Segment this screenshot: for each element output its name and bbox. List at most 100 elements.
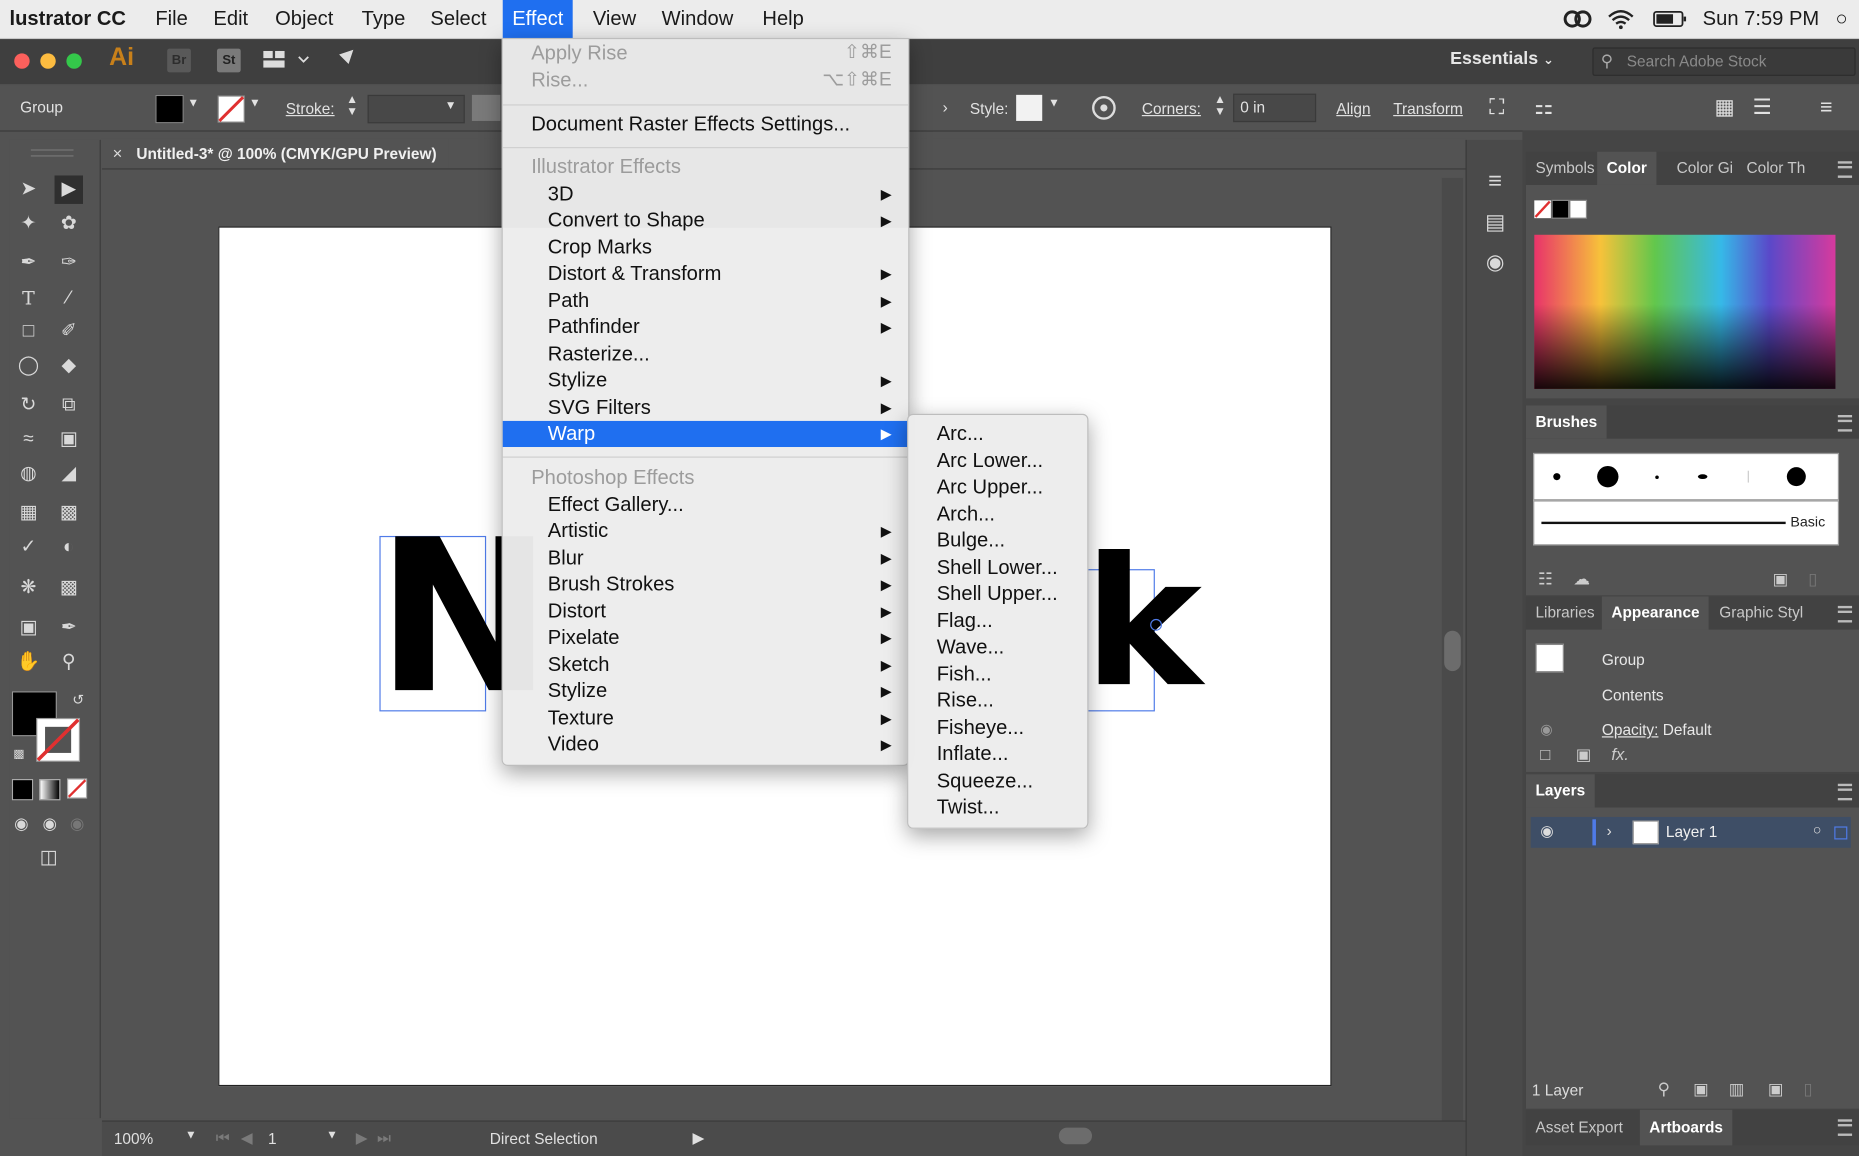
menu-item-pixelate[interactable]: Pixelate ▶ xyxy=(503,625,909,651)
warp-item-squeeze[interactable]: Squeeze... xyxy=(937,768,1033,794)
first-artboard-icon[interactable]: ⏮ xyxy=(216,1129,230,1148)
stroke-weight-stepper[interactable]: ▲ ▼ xyxy=(346,94,358,119)
anchor-point[interactable] xyxy=(1150,618,1162,631)
fill-dropdown-chevron-icon[interactable]: ▼ xyxy=(187,97,199,110)
bridge-button[interactable]: Br xyxy=(167,48,191,73)
warp-item-arc[interactable]: Arc... xyxy=(937,421,984,447)
menu-item-rise[interactable]: Rise... ⌥⇧⌘E xyxy=(503,68,909,94)
graphic-style-swatch[interactable] xyxy=(1016,94,1043,121)
color-spectrum[interactable] xyxy=(1534,234,1836,389)
stroke-color-swatch[interactable] xyxy=(34,716,81,763)
color-panel-menu-icon[interactable] xyxy=(1837,161,1853,178)
shaper-tool-icon[interactable]: ◯ xyxy=(14,352,42,380)
menu-file[interactable]: File xyxy=(146,0,197,38)
menu-item-crop-marks[interactable]: Crop Marks xyxy=(503,235,909,261)
tab-symbols[interactable]: Symbols xyxy=(1526,152,1604,185)
selection-tool-icon[interactable]: ➤ xyxy=(14,175,42,203)
menu-item-sketch[interactable]: Sketch ▶ xyxy=(503,652,909,678)
selected-letter-n[interactable]: N xyxy=(376,494,553,739)
horizontal-scrollbar-thumb[interactable] xyxy=(1058,1127,1093,1145)
properties-panel-icon[interactable]: ≡ xyxy=(1481,167,1509,195)
tab-brushes[interactable]: Brushes xyxy=(1525,405,1607,439)
selected-letter-k[interactable]: k xyxy=(1084,521,1202,727)
menu-item-ps-stylize[interactable]: Stylize ▶ xyxy=(503,678,909,704)
layer-selection-indicator[interactable] xyxy=(1834,826,1848,840)
zoom-dropdown-chevron-icon[interactable]: ▼ xyxy=(185,1129,197,1142)
warp-item-arc-upper[interactable]: Arc Upper... xyxy=(937,474,1043,500)
menu-select[interactable]: Select xyxy=(421,0,496,38)
menu-item-convert-to-shape[interactable]: Convert to Shape ▶ xyxy=(503,207,909,233)
layers-panel-menu-icon[interactable] xyxy=(1837,783,1853,801)
menu-item-rasterize[interactable]: Rasterize... xyxy=(503,341,909,367)
spotlight-icon[interactable]: ○ xyxy=(1835,0,1847,38)
brush-dot-tiny[interactable] xyxy=(1655,475,1659,480)
expand-layer-chevron-icon[interactable]: › xyxy=(1607,822,1612,840)
tab-color-themes[interactable]: Color Th xyxy=(1737,152,1815,185)
scale-tool-icon[interactable]: ⧉ xyxy=(55,391,83,419)
tab-artboards[interactable]: Artboards xyxy=(1639,1109,1733,1146)
blend-tool-icon[interactable]: ◐ xyxy=(55,534,83,562)
delete-layer-icon[interactable]: ▯ xyxy=(1803,1079,1812,1099)
menu-item-apply-rise[interactable]: Apply Rise ⇧⌘E xyxy=(503,40,909,66)
gradient-tool-icon[interactable]: ▩ xyxy=(55,499,83,527)
transparency-panel-icon[interactable]: ▤ xyxy=(1481,207,1509,235)
curvature-tool-icon[interactable]: ✑ xyxy=(55,249,83,277)
brush-dot-oval[interactable] xyxy=(1697,474,1708,480)
document-tab[interactable]: × Untitled-3* @ 100% (CMYK/GPU Preview) xyxy=(101,138,449,170)
hand-tool-icon[interactable]: ✋ xyxy=(14,649,42,677)
control-bar-menu-icon[interactable]: ≡ xyxy=(1820,95,1832,120)
menu-item-document-raster-effects[interactable]: Document Raster Effects Settings... xyxy=(503,111,909,137)
mesh-tool-icon[interactable]: ▦ xyxy=(14,499,42,527)
layer-row[interactable]: ◉ › Layer 1 ○ xyxy=(1530,816,1851,848)
menu-item-brush-strokes[interactable]: Brush Strokes ▶ xyxy=(503,572,909,598)
add-new-stroke-icon[interactable]: □ xyxy=(1540,745,1550,764)
slice-tool-icon[interactable]: ✒ xyxy=(55,614,83,642)
fill-swatch[interactable] xyxy=(155,94,184,124)
color-guide-panel-icon[interactable]: ◉ xyxy=(1481,248,1509,276)
menu-item-video[interactable]: Video ▶ xyxy=(503,732,909,758)
screen-mode-icon[interactable]: ◫ xyxy=(34,844,62,872)
opacity-visibility-icon[interactable]: ◉ xyxy=(1540,721,1552,738)
layer-visibility-eye-icon[interactable]: ◉ xyxy=(1540,822,1553,841)
menu-effect[interactable]: Effect xyxy=(502,0,573,38)
menu-item-artistic[interactable]: Artistic ▶ xyxy=(503,518,909,544)
previous-artboard-icon[interactable]: ◀ xyxy=(241,1129,253,1148)
shape-builder-tool-icon[interactable]: ◍ xyxy=(14,460,42,488)
tab-appearance[interactable]: Appearance xyxy=(1601,596,1710,630)
type-tool-icon[interactable]: T xyxy=(14,285,42,313)
warp-item-shell-lower[interactable]: Shell Lower... xyxy=(937,555,1058,581)
add-new-fill-icon[interactable]: ▣ xyxy=(1576,745,1592,765)
menu-edit[interactable]: Edit xyxy=(204,0,258,38)
rectangle-tool-icon[interactable]: □ xyxy=(14,318,42,346)
last-artboard-icon[interactable]: ⏭ xyxy=(377,1129,391,1148)
opacity-row[interactable]: Opacity: Default xyxy=(1602,721,1712,739)
corners-stepper[interactable]: ▲ ▼ xyxy=(1214,94,1226,119)
brush-dot-medium[interactable] xyxy=(1786,467,1806,487)
delete-brush-icon[interactable]: ▯ xyxy=(1808,569,1817,589)
symbol-sprayer-tool-icon[interactable]: ❋ xyxy=(14,574,42,602)
app-menu[interactable]: lustrator CC xyxy=(0,0,135,38)
creative-cloud-icon[interactable] xyxy=(1563,8,1594,29)
variable-width-profile[interactable] xyxy=(471,94,501,121)
vertical-scrollbar[interactable] xyxy=(1441,177,1464,1121)
libraries-panel-icon[interactable]: ☁ xyxy=(1573,569,1590,589)
tab-layers[interactable]: Layers xyxy=(1525,774,1595,808)
gradient-mode-icon[interactable] xyxy=(39,779,61,801)
swap-fill-stroke-icon[interactable]: ↺ xyxy=(64,685,92,713)
arrange-panel-icon[interactable]: ▦ xyxy=(1715,95,1735,120)
transform-options-icon[interactable]: ⚏ xyxy=(1534,95,1553,120)
menu-help[interactable]: Help xyxy=(753,0,813,38)
menu-item-path[interactable]: Path ▶ xyxy=(503,288,909,314)
eraser-tool-icon[interactable]: ◆ xyxy=(55,352,83,380)
lasso-tool-icon[interactable]: ✿ xyxy=(55,210,83,238)
tab-graphic-styles[interactable]: Graphic Styl xyxy=(1710,596,1813,629)
artboard-dropdown-chevron-icon[interactable]: ▼ xyxy=(326,1129,338,1142)
draw-inside-icon[interactable]: ◉ xyxy=(63,809,91,837)
new-brush-icon[interactable]: ▣ xyxy=(1773,569,1789,589)
color-mode-icon[interactable] xyxy=(11,779,34,801)
basic-brush-row[interactable]: Basic xyxy=(1533,500,1840,546)
brush-presets-row[interactable] xyxy=(1533,452,1840,501)
zoom-tool-icon[interactable]: ⚲ xyxy=(55,649,83,677)
menu-item-texture[interactable]: Texture ▶ xyxy=(503,705,909,731)
menu-type[interactable]: Type xyxy=(352,0,415,38)
